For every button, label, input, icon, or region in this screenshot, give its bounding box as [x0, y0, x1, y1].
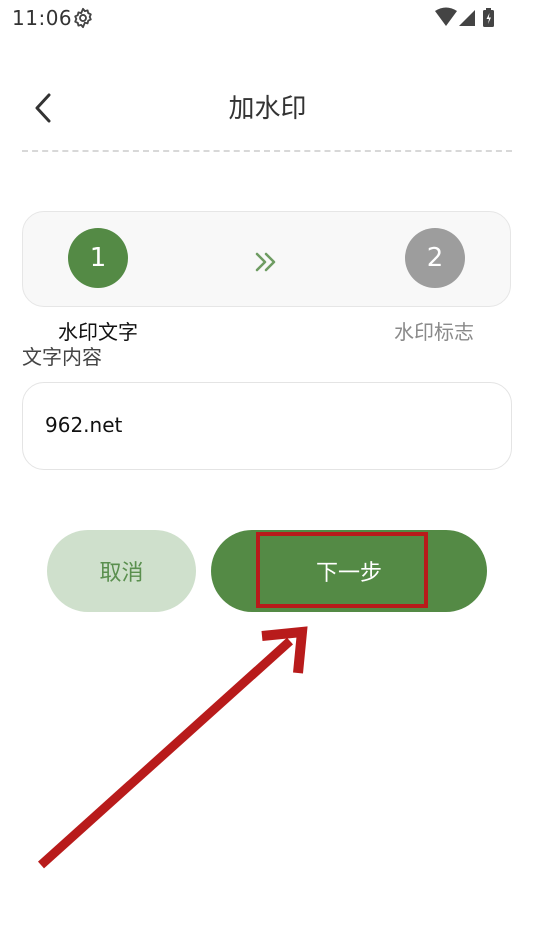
status-icons [435, 7, 494, 27]
step-2-label: 水印标志 [394, 320, 474, 344]
cancel-button-label: 取消 [99, 561, 144, 586]
step-2-circle: 2 [405, 228, 465, 288]
page-title: 加水印 [228, 94, 307, 124]
step-1-circle: 1 [68, 228, 128, 288]
gear-icon [74, 7, 92, 29]
status-bar: 11:06 [0, 0, 535, 36]
signal-icon [459, 10, 475, 26]
next-step-button[interactable]: 下一步 [211, 530, 487, 612]
annotation-arrow [37, 626, 308, 869]
wifi-icon [435, 7, 457, 26]
content-input[interactable]: 962.net [22, 382, 512, 470]
cancel-button[interactable]: 取消 [47, 530, 196, 612]
next-step-button-label: 下一步 [315, 561, 382, 586]
status-time: 11:06 [12, 6, 73, 30]
content-label: 文字内容 [22, 345, 102, 369]
header-divider [22, 150, 512, 152]
double-chevron-icon [255, 252, 276, 272]
content-input-value: 962.net [45, 413, 123, 437]
